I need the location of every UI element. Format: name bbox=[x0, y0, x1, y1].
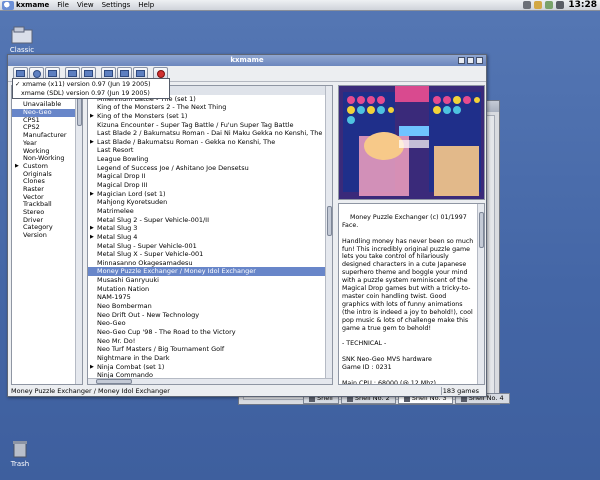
game-list-item[interactable]: King of the Monsters 2 - The Next Thing bbox=[88, 103, 332, 112]
game-list-item[interactable]: Musashi Ganryuuki bbox=[88, 276, 332, 285]
game-list-item[interactable]: Metal Slug X - Super Vehicle-001 bbox=[88, 250, 332, 259]
minimize-icon[interactable] bbox=[458, 57, 465, 64]
trash-icon bbox=[9, 440, 31, 458]
game-list-item[interactable]: Magical Drop III bbox=[88, 181, 332, 190]
info-icon bbox=[32, 69, 41, 78]
desktop-icon-trash[interactable]: Trash bbox=[0, 440, 40, 468]
game-list-item[interactable]: Neo Turf Masters / Big Tournament Golf bbox=[88, 345, 332, 354]
desktop-icon-label: Trash bbox=[10, 460, 30, 468]
game-list-item[interactable]: Neo Mr. Do! bbox=[88, 337, 332, 346]
game-list-item[interactable]: Metal Slug - Super Vehicle-001 bbox=[88, 242, 332, 251]
icon-view-icon bbox=[84, 70, 93, 77]
clock[interactable]: 13:28 bbox=[568, 0, 597, 11]
game-list-item[interactable]: Ninja Combat (set 1) bbox=[88, 363, 332, 372]
top-panel: kxmame File View Settings Help 13:28 bbox=[0, 0, 600, 11]
game-list-item[interactable]: Mahjong Kyoretsuden bbox=[88, 198, 332, 207]
game-list-item[interactable]: Magical Drop II bbox=[88, 172, 332, 181]
detail-view-icon bbox=[104, 70, 113, 77]
popup-item-label: xmame (SDL) version 0.97 (Jun 19 2005) bbox=[21, 90, 150, 97]
game-screenshot bbox=[338, 85, 485, 200]
system-tray bbox=[523, 1, 564, 9]
game-list-hscrollbar[interactable] bbox=[88, 378, 332, 384]
menu-settings[interactable]: Settings bbox=[102, 1, 131, 9]
view-icon bbox=[48, 70, 57, 77]
game-list-item[interactable]: Magician Lord (set 1) bbox=[88, 190, 332, 199]
game-list-item[interactable]: Neo Drift Out - New Technology bbox=[88, 311, 332, 320]
game-list-item[interactable]: Metal Slug 3 bbox=[88, 224, 332, 233]
popup-item-x11[interactable]: ✓ xmame (x11) version 0.97 (Jun 19 2005) bbox=[15, 80, 167, 89]
game-list-item[interactable]: Neo-Geo bbox=[88, 319, 332, 328]
desktop-icon-label: Classic bbox=[9, 46, 35, 54]
menu-help[interactable]: Help bbox=[138, 1, 154, 9]
game-list-item[interactable]: Neo-Geo Cup '98 - The Road to the Victor… bbox=[88, 328, 332, 337]
folder-icon bbox=[11, 26, 33, 44]
status-bar: Money Puzzle Exchanger / Money Idol Exch… bbox=[11, 386, 485, 396]
game-list-item[interactable]: Money Puzzle Exchanger / Money Idol Exch… bbox=[88, 267, 332, 277]
tray-network-icon[interactable] bbox=[523, 1, 531, 9]
game-list-item[interactable]: Legend of Success Joe / Ashitano Joe Den… bbox=[88, 164, 332, 173]
menu-file[interactable]: File bbox=[57, 1, 69, 9]
game-list-scrollbar[interactable] bbox=[325, 86, 332, 384]
tray-clipboard-icon[interactable] bbox=[545, 1, 553, 9]
kde-menu-icon[interactable] bbox=[2, 0, 14, 10]
tray-volume-icon[interactable] bbox=[556, 1, 564, 9]
game-list-item[interactable]: League Bowling bbox=[88, 155, 332, 164]
game-list-item[interactable]: Metal Slug 4 bbox=[88, 233, 332, 242]
status-selected-game: Money Puzzle Exchanger / Money Idol Exch… bbox=[11, 387, 170, 395]
game-list-item[interactable]: NAM-1975 bbox=[88, 293, 332, 302]
game-list-item[interactable]: Last Resort bbox=[88, 146, 332, 155]
description-scrollbar[interactable] bbox=[477, 204, 484, 384]
tray-lock-icon[interactable] bbox=[534, 1, 542, 9]
popup-item-sdl[interactable]: xmame (SDL) version 0.97 (Jun 19 2005) bbox=[15, 89, 167, 98]
close-icon[interactable] bbox=[476, 57, 483, 64]
settings-icon bbox=[136, 70, 145, 77]
list-view-icon bbox=[68, 70, 77, 77]
maximize-icon[interactable] bbox=[467, 57, 474, 64]
category-item[interactable]: Version bbox=[12, 231, 82, 240]
window-title: kxmame bbox=[230, 56, 264, 64]
quit-icon bbox=[156, 69, 165, 78]
version-popup-menu: ✓ xmame (x11) version 0.97 (Jun 19 2005)… bbox=[12, 78, 170, 99]
desktop-icon-classic[interactable]: Classic bbox=[2, 26, 42, 54]
game-list-item[interactable]: Metal Slug 2 - Super Vehicle-001/II bbox=[88, 216, 332, 225]
kxmame-window: kxmame Unavailable Neo-Geo CPS1 CPS2 Manufac… bbox=[7, 54, 487, 397]
game-list-item[interactable]: Neo Bomberman bbox=[88, 302, 332, 311]
game-list-item[interactable]: Minnasanno Okagesamadesu bbox=[88, 259, 332, 268]
version-dropdown-icon bbox=[16, 70, 25, 77]
category-scrollbar[interactable] bbox=[75, 86, 82, 384]
popup-item-label: xmame (x11) version 0.97 (Jun 19 2005) bbox=[22, 81, 151, 88]
game-list-item[interactable]: Matrimelee bbox=[88, 207, 332, 216]
window-titlebar[interactable]: kxmame bbox=[8, 55, 486, 66]
game-description: Money Puzzle Exchanger (c) 01/1997 Face.… bbox=[338, 203, 485, 385]
game-list: Millennium Battle - The (set 1)King of t… bbox=[87, 85, 333, 385]
menu-view[interactable]: View bbox=[77, 1, 94, 9]
description-text: Money Puzzle Exchanger (c) 01/1997 Face.… bbox=[342, 213, 474, 385]
game-list-item[interactable]: Last Blade 2 / Bakumatsu Roman - Dai Ni … bbox=[88, 129, 332, 138]
app-name: kxmame bbox=[16, 1, 50, 9]
game-list-item[interactable]: King of the Monsters (set 1) bbox=[88, 112, 332, 121]
status-game-count: 183 games bbox=[442, 387, 479, 395]
game-list-item[interactable]: Nightmare in the Dark bbox=[88, 354, 332, 363]
game-list-item[interactable]: Last Blade / Bakumatsu Roman - Gekka no … bbox=[88, 138, 332, 147]
game-list-item[interactable]: Kizuna Encounter - Super Tag Battle / Fu… bbox=[88, 121, 332, 130]
game-list-item[interactable]: Mutation Nation bbox=[88, 285, 332, 294]
tree-view-icon bbox=[120, 70, 129, 77]
category-list: Unavailable Neo-Geo CPS1 CPS2 Manufacturer Ye… bbox=[11, 85, 83, 385]
